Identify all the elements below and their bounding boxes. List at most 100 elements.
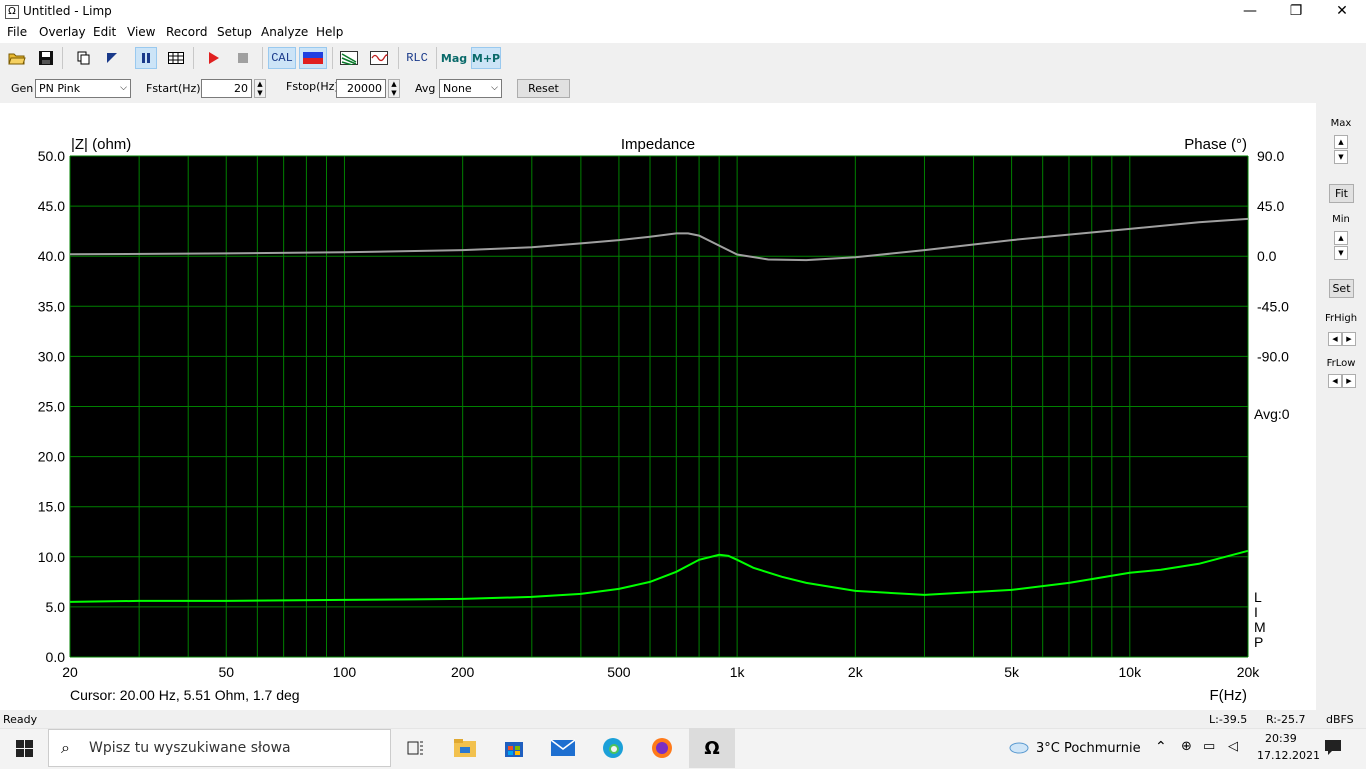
clock-date[interactable]: 17.12.2021: [1257, 749, 1320, 762]
minimize-button[interactable]: —: [1227, 0, 1273, 23]
limp-side-letter: M: [1254, 619, 1266, 635]
menu-setup[interactable]: Setup: [217, 25, 252, 39]
fstop-input[interactable]: 20000: [336, 79, 386, 98]
window-title: Untitled - Limp: [23, 4, 112, 18]
firefox-icon[interactable]: [647, 733, 677, 763]
min-label: Min: [1332, 214, 1350, 225]
mail-icon[interactable]: [548, 733, 578, 763]
app-icon: Ω: [5, 5, 19, 19]
response-plot-icon[interactable]: [338, 47, 360, 69]
title-bar: [0, 0, 1366, 23]
x-tick-label: 200: [451, 664, 475, 680]
color-scheme-icon[interactable]: [299, 47, 327, 69]
avg-select[interactable]: None ⌵: [439, 79, 502, 98]
y-tick-label: 50.0: [38, 148, 65, 164]
reset-button[interactable]: Reset: [517, 79, 570, 98]
toolbar-separator: [398, 47, 399, 69]
edge-browser-icon[interactable]: [598, 733, 628, 763]
y2-tick-label: 0.0: [1257, 248, 1277, 264]
y-tick-label: 20.0: [38, 449, 65, 465]
menu-view[interactable]: View: [127, 25, 155, 39]
x-tick-label: 50: [218, 664, 234, 680]
min-up-button[interactable]: ▲: [1334, 231, 1348, 245]
chevron-up-icon[interactable]: ⌃: [1155, 739, 1167, 755]
avg-value: None: [443, 82, 472, 95]
y-tick-label: 35.0: [38, 298, 65, 314]
notification-icon[interactable]: [1324, 739, 1342, 758]
chart-title: Impedance: [621, 136, 695, 153]
weather-text[interactable]: 3°C Pochmurnie: [1036, 741, 1141, 756]
table-icon[interactable]: [165, 47, 187, 69]
rlc-button[interactable]: RLC: [404, 47, 430, 69]
x-tick-label: 500: [607, 664, 631, 680]
task-view-icon[interactable]: [401, 733, 431, 763]
y-tick-label: 15.0: [38, 499, 65, 515]
y-tick-label: 10.0: [38, 549, 65, 565]
menu-overlay[interactable]: Overlay: [39, 25, 86, 39]
close-button[interactable]: ✕: [1319, 0, 1365, 23]
clock-time[interactable]: 20:39: [1265, 732, 1297, 745]
y2-axis-label: Phase (°): [1184, 136, 1247, 153]
min-down-button[interactable]: ▼: [1334, 246, 1348, 260]
file-explorer-icon[interactable]: [450, 733, 480, 763]
volume-icon[interactable]: ◁: [1228, 739, 1238, 754]
y2-tick-label: -90.0: [1257, 348, 1289, 364]
y-tick-label: 30.0: [38, 348, 65, 364]
battery-icon[interactable]: ▭: [1203, 739, 1215, 754]
menu-analyze[interactable]: Analyze: [261, 25, 308, 39]
store-icon[interactable]: [499, 733, 529, 763]
avg-label: Avg: [415, 82, 436, 95]
mag-phase-button[interactable]: M+P: [471, 47, 501, 69]
set-button[interactable]: Set: [1329, 279, 1354, 298]
open-folder-icon[interactable]: [6, 47, 28, 69]
status-bar: [0, 710, 1366, 728]
waveform-icon[interactable]: [368, 47, 390, 69]
frhigh-left-button[interactable]: ◀: [1328, 332, 1342, 346]
fstart-spinner[interactable]: ▲ ▼: [254, 79, 266, 98]
taskbar-search-box[interactable]: ⌕ Wpisz tu wyszukiwane słowa: [48, 729, 391, 767]
menu-help[interactable]: Help: [316, 25, 343, 39]
toolbar-separator: [62, 47, 63, 69]
max-up-button[interactable]: ▲: [1334, 135, 1348, 149]
menu-record[interactable]: Record: [166, 25, 207, 39]
mag-button[interactable]: Mag: [440, 47, 468, 69]
impedance-chart[interactable]: 50.0 45.0 40.0 35.0 30.0 25.0 20.0 15.0 10.0 5.0 0…: [0, 103, 1316, 710]
max-down-button[interactable]: ▼: [1334, 150, 1348, 164]
cal-button[interactable]: CAL: [268, 47, 296, 69]
marker-icon[interactable]: [101, 47, 123, 69]
toolbar-separator: [193, 47, 194, 69]
y2-tick-label: -45.0: [1257, 298, 1289, 314]
pause-icon[interactable]: [135, 47, 157, 69]
save-icon[interactable]: [35, 47, 57, 69]
dbfs-label: dBFS: [1326, 713, 1354, 726]
x-tick-label: 10k: [1119, 664, 1143, 680]
stop-icon[interactable]: [232, 47, 254, 69]
cloud-weather-icon: [1009, 738, 1029, 757]
menu-edit[interactable]: Edit: [93, 25, 116, 39]
network-icon[interactable]: ⊕: [1181, 739, 1192, 754]
search-placeholder: Wpisz tu wyszukiwane słowa: [89, 740, 291, 756]
left-level: L:-39.5: [1209, 713, 1248, 726]
frlow-right-button[interactable]: ▶: [1342, 374, 1356, 388]
y-tick-label: 40.0: [38, 248, 65, 264]
copy-icon[interactable]: [73, 47, 95, 69]
fstop-spinner[interactable]: ▲ ▼: [388, 79, 400, 98]
frhigh-right-button[interactable]: ▶: [1342, 332, 1356, 346]
x-tick-label: 20k: [1237, 664, 1261, 680]
x-tick-label: 1k: [730, 664, 746, 680]
y2-tick-label: 45.0: [1257, 198, 1284, 214]
generator-select[interactable]: PN Pink ⌵: [35, 79, 131, 98]
frlow-label: FrLow: [1326, 358, 1356, 369]
maximize-button[interactable]: ❐: [1273, 0, 1319, 23]
limp-app-icon[interactable]: Ω: [689, 728, 735, 768]
y-axis-label: |Z| (ohm): [71, 136, 131, 153]
cursor-readout: Cursor: 20.00 Hz, 5.51 Ohm, 1.7 deg: [70, 687, 300, 703]
gen-label: Gen: [11, 82, 34, 95]
record-play-icon[interactable]: [202, 47, 224, 69]
fstart-input[interactable]: 20: [201, 79, 252, 98]
frlow-left-button[interactable]: ◀: [1328, 374, 1342, 388]
windows-start-icon[interactable]: [9, 733, 39, 763]
x-tick-label: 20: [62, 664, 78, 680]
fit-button[interactable]: Fit: [1329, 184, 1354, 203]
menu-file[interactable]: File: [7, 25, 27, 39]
